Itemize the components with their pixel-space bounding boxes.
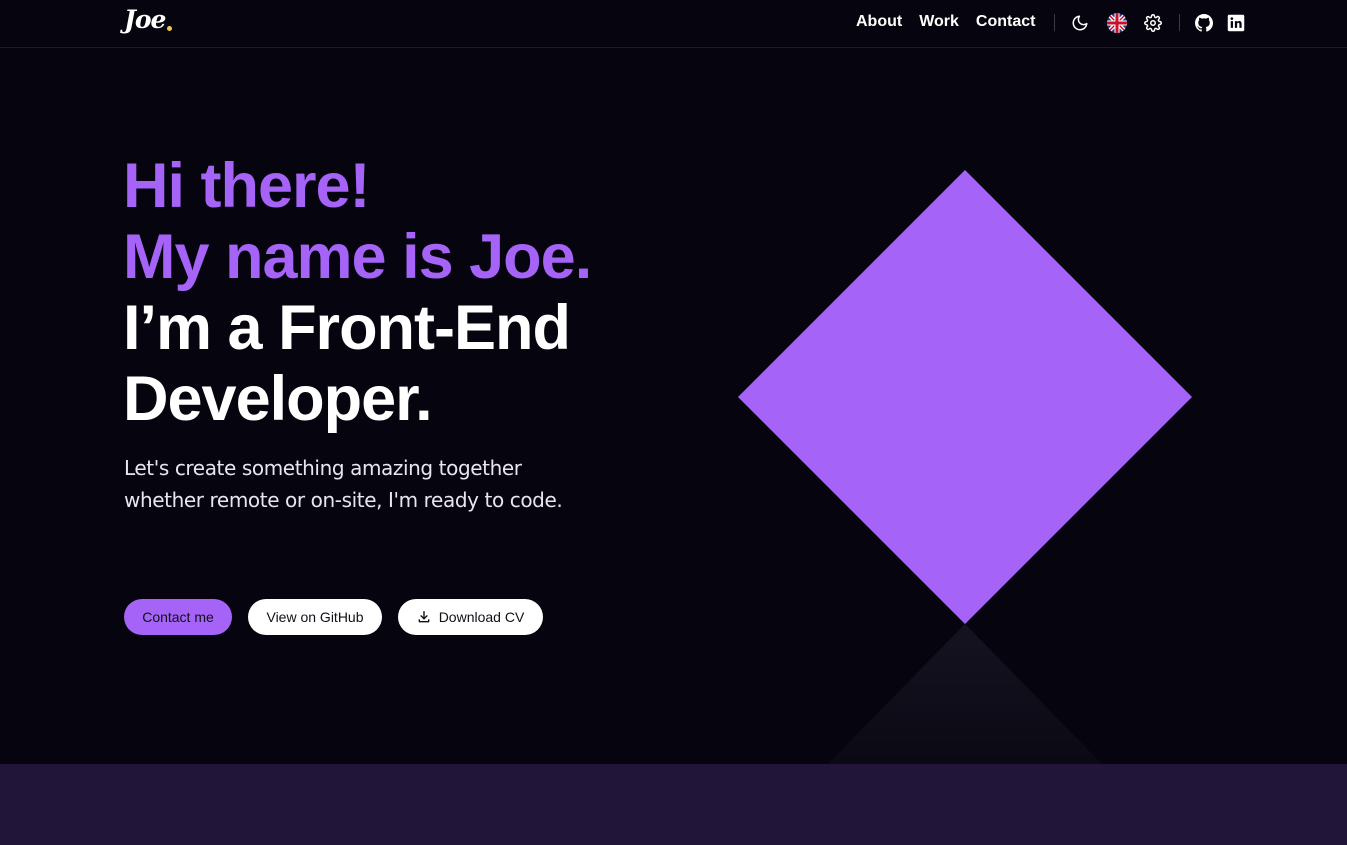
linkedin-icon[interactable]: [1225, 12, 1247, 34]
hero-greeting: Hi there!: [123, 151, 371, 221]
hero-name: My name is Joe.: [123, 222, 592, 292]
hero-role-line2: Developer.: [123, 364, 433, 434]
logo-dot: [167, 26, 172, 31]
nav-link-contact[interactable]: Contact: [976, 13, 1036, 31]
hero-role-line1: I’m a Front-End: [123, 293, 571, 363]
navbar: Joe About Work Contact: [0, 0, 1347, 48]
hero-diamond-shape: [738, 170, 1192, 624]
download-cv-button[interactable]: Download CV: [398, 599, 543, 635]
hero-title: Hi there! My name is Joe. I’m a Front-En…: [123, 151, 592, 435]
moon-icon[interactable]: [1069, 12, 1091, 34]
gear-icon[interactable]: [1142, 12, 1164, 34]
github-icon[interactable]: [1193, 12, 1215, 34]
diamond-reflection: [828, 624, 1102, 764]
uk-flag-icon[interactable]: [1106, 12, 1128, 34]
nav-divider: [1054, 14, 1055, 31]
hero-subtitle: Let's create something amazing together …: [124, 452, 594, 516]
contact-me-label: Contact me: [142, 609, 214, 625]
next-section-band: [0, 764, 1347, 845]
contact-me-button[interactable]: Contact me: [124, 599, 232, 635]
logo[interactable]: Joe: [124, 5, 166, 34]
view-on-github-label: View on GitHub: [266, 609, 364, 625]
nav-link-about[interactable]: About: [856, 13, 902, 31]
hero-subtitle-line1: Let's create something amazing together: [124, 456, 522, 480]
hero-subtitle-line2: whether remote or on-site, I'm ready to …: [124, 488, 563, 512]
view-on-github-button[interactable]: View on GitHub: [248, 599, 382, 635]
nav-links: About Work Contact: [856, 13, 1035, 31]
download-icon: [417, 610, 431, 624]
nav-link-work[interactable]: Work: [919, 13, 959, 31]
nav-divider: [1179, 14, 1180, 31]
download-cv-label: Download CV: [438, 609, 525, 625]
